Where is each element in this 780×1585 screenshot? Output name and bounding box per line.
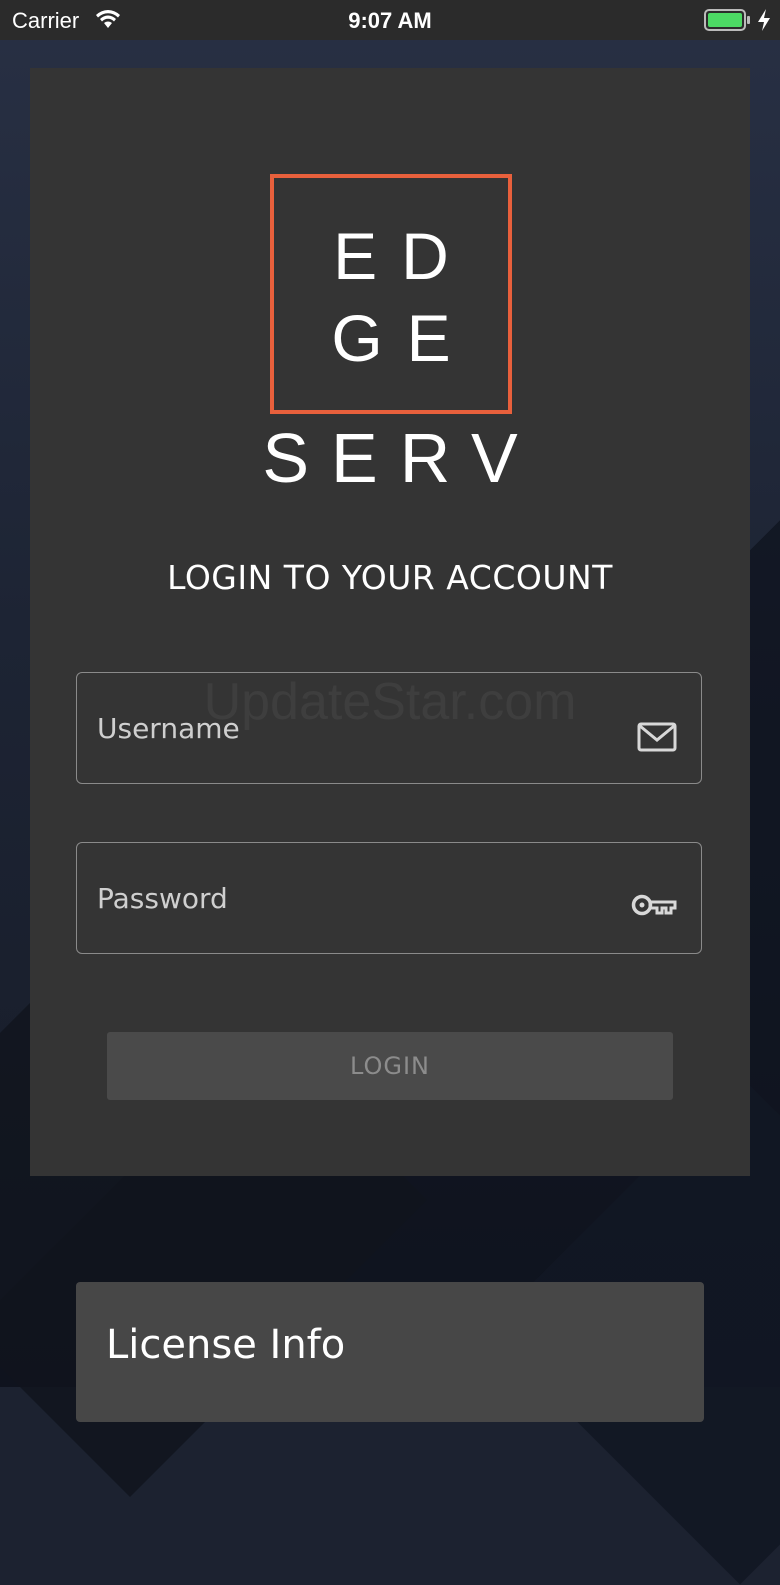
login-heading: LOGIN TO YOUR ACCOUNT xyxy=(167,558,613,597)
clock: 9:07 AM xyxy=(348,8,432,33)
status-bar: Carrier 9:07 AM xyxy=(0,0,780,40)
login-card: ED GE SERV LOGIN TO YOUR ACCOUNT UpdateS… xyxy=(30,68,750,1176)
charging-bolt-icon xyxy=(758,9,770,31)
logo-text-row1: ED xyxy=(333,219,473,293)
logo-text-row2: GE xyxy=(331,301,475,375)
username-input[interactable] xyxy=(97,673,617,783)
password-field[interactable] xyxy=(76,842,702,954)
license-info-panel[interactable]: License Info xyxy=(76,1282,704,1422)
logo-subtitle: SERV xyxy=(262,419,540,497)
username-field[interactable] xyxy=(76,672,702,784)
battery-icon xyxy=(704,9,750,31)
login-button[interactable]: LOGIN xyxy=(107,1032,673,1100)
license-info-title: License Info xyxy=(106,1322,346,1368)
key-icon xyxy=(631,894,677,916)
mail-icon xyxy=(637,722,677,752)
logo-frame: ED GE xyxy=(270,174,512,414)
password-input[interactable] xyxy=(97,843,617,953)
